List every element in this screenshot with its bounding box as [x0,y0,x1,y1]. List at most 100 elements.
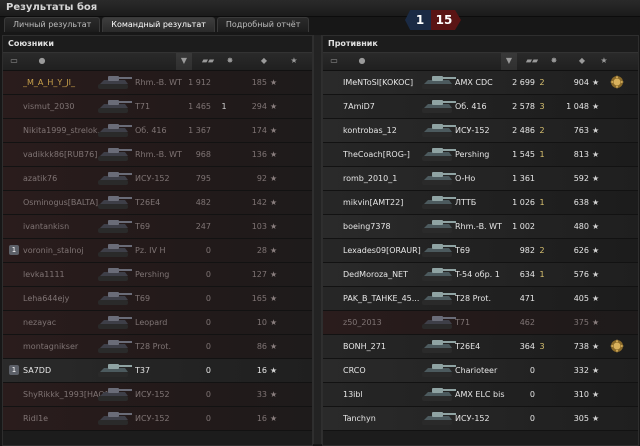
player-row[interactable]: nezayac Leopard 0 10 ★ [3,311,312,335]
xp-star-icon: ★ [592,198,600,207]
tank-icon [95,217,133,236]
damage-value: 462 [519,318,535,327]
xp-star-icon: ★ [270,390,278,399]
damage-value: 1 002 [512,222,535,231]
tank-icon[interactable]: ▰▰ [199,56,217,66]
player-row[interactable]: TheCoach[ROG-] Pershing 1 545 1 813 ★ [323,143,638,167]
xp-star-icon: ★ [270,174,278,183]
player-row[interactable]: vismut_2030 T71 1 465 1 294 ★ [3,95,312,119]
tank-name: Pershing [455,150,490,159]
window-title: Результаты боя [6,2,98,13]
player-row[interactable]: PAK_B_TAHKE_45... T28 Prot. 471 405 ★ [323,287,638,311]
player-row[interactable]: vadikkk86[RUB76] Rhm.-B. WT 968 136 ★ [3,143,312,167]
xp-value: 92 [256,174,267,183]
tank-icon [419,385,457,404]
xp-star-icon: ★ [270,198,278,207]
damage-value: 0 [205,390,211,399]
player-row[interactable]: 13ibl AMX ELC bis 0 310 ★ [323,383,638,407]
player-row[interactable]: azatik76 ИСУ-152 795 92 ★ [3,167,312,191]
xp-star-icon: ★ [270,366,278,375]
xp-value: 904 [573,78,589,87]
damage-value: 1 361 [512,174,535,183]
achievement-medal-icon[interactable] [609,338,625,354]
player-row[interactable]: ivantankisn T69 247 103 ★ [3,215,312,239]
player-row[interactable]: romb_2010_1 O-Ho 1 361 592 ★ [323,167,638,191]
player-row[interactable]: kontrobas_12 ИСУ-152 2 486 2 763 ★ [323,119,638,143]
achievement-medal-icon[interactable] [609,74,625,90]
tank-icon [95,265,133,284]
platoon-icon: 1 [9,245,19,255]
xp-value: 142 [251,198,267,207]
tank-icon [419,97,457,116]
xp-value: 592 [573,174,589,183]
tab-detailed-report[interactable]: Подробный отчёт [216,17,310,32]
xp-star-icon[interactable]: ★ [599,56,609,66]
xp-star-icon: ★ [270,342,278,351]
damage-icon[interactable]: ✸ [549,56,559,66]
xp-value: 16 [256,366,267,375]
player-row[interactable]: _M_A_H_Y_JI_ Rhm.-B. WT 1 912 185 ★ [3,71,312,95]
damage-value: 482 [195,198,211,207]
player-row[interactable]: boeing7378 Rhm.-B. WT 1 002 480 ★ [323,215,638,239]
player-row[interactable]: levka1111 Pershing 0 127 ★ [3,263,312,287]
kills-icon[interactable]: ◆ [577,56,587,66]
xp-star-icon: ★ [270,78,278,87]
allies-panel: Союзники ▭ ● ▼ ▰▰ ✸ ◆ ★ _M_A_H_Y_JI_ Rhm.… [2,35,313,446]
player-row[interactable]: BONH_271 T26E4 364 3 738 ★ [323,335,638,359]
player-row[interactable]: Leha644ejy T69 0 165 ★ [3,287,312,311]
tab-personal-result[interactable]: Личный результат [4,17,101,32]
tank-icon[interactable]: ▰▰ [523,56,541,66]
player-row[interactable]: mikvin[AMT22] ЛТТБ 1 026 1 638 ★ [323,191,638,215]
tank-icon [419,265,457,284]
player-icon[interactable]: ● [37,56,47,66]
kills-value: 2 [539,126,545,135]
tank-icon [95,73,133,92]
player-row[interactable]: IMeNToSI[KOKOC] AMX CDC 2 699 2 904 ★ [323,71,638,95]
player-row[interactable]: 1 SA7DD T37 0 16 ★ [3,359,312,383]
player-row[interactable]: 1 voronin_stalnoj Pz. IV H 0 28 ★ [3,239,312,263]
sort-arrow-icon[interactable]: ▼ [179,56,189,66]
tank-icon [419,73,457,92]
player-row[interactable]: Osminogus[BALTA] T26E4 482 142 ★ [3,191,312,215]
xp-value: 813 [573,150,589,159]
tank-icon [95,193,133,212]
damage-value: 0 [205,270,211,279]
tank-icon [95,409,133,428]
xp-star-icon: ★ [592,150,600,159]
player-row[interactable]: z50_2013 T71 462 375 ★ [323,311,638,335]
kills-value: 3 [539,342,545,351]
score-counter: 1 15 [405,10,461,30]
damage-value: 471 [519,294,535,303]
tank-name: T-54 обр. 1 [455,270,500,279]
player-row[interactable]: CRCO Charioteer 0 332 ★ [323,359,638,383]
xp-star-icon: ★ [592,102,600,111]
player-icon[interactable]: ● [357,56,367,66]
damage-value: 2 486 [512,126,535,135]
xp-star-icon[interactable]: ★ [289,56,299,66]
platoon-icon[interactable]: ▭ [9,56,19,66]
tab-team-result[interactable]: Командный результат [102,17,215,32]
tank-icon [419,121,457,140]
player-row[interactable]: Ridl1e ИСУ-152 0 16 ★ [3,407,312,431]
xp-value: 33 [256,390,267,399]
enemies-title: Противник [328,39,378,48]
damage-value: 2 699 [512,78,535,87]
player-row[interactable]: ShyRikkk_1993[HAO] ИСУ-152 0 33 ★ [3,383,312,407]
xp-star-icon: ★ [270,126,278,135]
tank-name: Charioteer [455,366,498,375]
damage-value: 1 545 [512,150,535,159]
kills-value: 2 [539,78,545,87]
tank-name: T26E4 [455,342,481,351]
player-row[interactable]: Nikita1999_strelok... Об. 416 1 367 174 ★ [3,119,312,143]
platoon-icon[interactable]: ▭ [329,56,339,66]
player-row[interactable]: 7AmiD7 Об. 416 2 578 3 1 048 ★ [323,95,638,119]
player-row[interactable]: DedMoroza_NET T-54 обр. 1 634 1 576 ★ [323,263,638,287]
damage-value: 364 [519,342,535,351]
xp-value: 763 [573,126,589,135]
damage-icon[interactable]: ✸ [225,56,235,66]
player-row[interactable]: montagnikser T28 Prot. 0 86 ★ [3,335,312,359]
player-row[interactable]: Lexades09[ORAUR] T69 982 2 626 ★ [323,239,638,263]
sort-arrow-icon[interactable]: ▼ [504,56,514,66]
kills-icon[interactable]: ◆ [259,56,269,66]
player-row[interactable]: Tanchyn ИСУ-152 0 305 ★ [323,407,638,431]
